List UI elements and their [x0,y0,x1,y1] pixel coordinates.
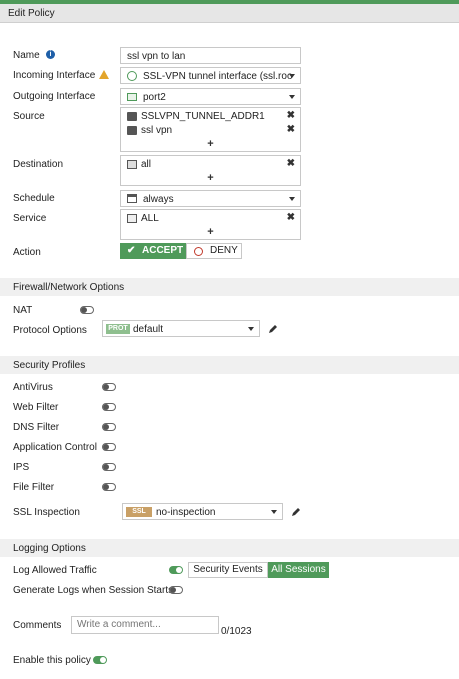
logging-section-title: Logging Options [13,543,86,554]
web-filter-toggle[interactable] [102,403,116,411]
add-destination-button[interactable]: + [121,172,300,184]
source-field[interactable]: SSLVPN_TUNNEL_ADDR1 ✖ ssl vpn ✖ + [120,107,301,152]
address-group-icon [127,112,137,121]
source-label: Source [13,111,45,122]
security-section-header: Security Profiles [0,356,459,374]
generate-logs-label: Generate Logs when Session Starts [13,585,174,596]
nat-toggle[interactable] [80,306,94,314]
enable-policy-toggle[interactable] [93,656,107,664]
edit-pencil-icon[interactable] [290,506,302,518]
comments-label: Comments [13,620,62,631]
antivirus-toggle[interactable] [102,383,116,391]
ips-toggle[interactable] [102,463,116,471]
firewall-section-header: Firewall/Network Options [0,278,459,296]
protocol-options-select[interactable]: PROT default [102,320,260,337]
outgoing-interface-value: port2 [143,92,166,103]
dns-filter-toggle[interactable] [102,423,116,431]
calendar-icon [127,194,137,203]
warning-icon [99,70,109,79]
chevron-down-icon [289,74,295,78]
chevron-down-icon [248,327,254,331]
firewall-section-title: Firewall/Network Options [13,282,125,293]
comments-textarea[interactable] [71,616,219,634]
log-allowed-traffic-toggle[interactable] [169,566,183,574]
prot-badge: PROT [106,324,130,334]
protocol-options-label: Protocol Options [13,325,87,336]
web-filter-label: Web Filter [13,402,59,413]
address-group-icon [127,126,137,135]
outgoing-interface-label: Outgoing Interface [13,91,96,102]
incoming-interface-label: Incoming Interface [13,70,96,81]
deny-icon [194,247,203,256]
ssl-inspection-select[interactable]: SSL no-inspection [122,503,283,520]
chevron-down-icon [271,510,277,514]
antivirus-label: AntiVirus [13,382,53,393]
protocol-options-value: default [133,324,164,335]
service-icon [127,214,137,223]
info-icon[interactable]: i [46,50,55,59]
name-value: ssl vpn to lan [127,51,186,62]
comment-char-count: 0/1023 [221,626,252,637]
port-icon [127,93,137,101]
ssl-inspection-label: SSL Inspection [13,507,80,518]
logging-section-header: Logging Options [0,539,459,557]
incoming-interface-value: SSL-VPN tunnel interface (ssl.roo [143,71,293,82]
remove-source-icon[interactable]: ✖ [287,124,295,135]
dns-filter-label: DNS Filter [13,422,60,433]
action-label: Action [13,247,41,258]
file-filter-toggle[interactable] [102,483,116,491]
edit-pencil-icon[interactable] [267,323,279,335]
generate-logs-toggle[interactable] [169,586,183,594]
destination-label: Destination [13,159,64,170]
name-input[interactable]: ssl vpn to lan [120,47,301,64]
security-section-title: Security Profiles [13,360,86,371]
security-events-option[interactable]: Security Events [188,562,268,578]
chevron-down-icon [289,95,295,99]
log-allowed-traffic-label: Log Allowed Traffic [13,565,97,576]
nat-label: NAT [13,305,33,316]
ssl-vpn-interface-icon [127,71,137,81]
remove-source-icon[interactable]: ✖ [287,110,295,121]
incoming-interface-select[interactable]: SSL-VPN tunnel interface (ssl.roo [120,67,301,84]
remove-service-icon[interactable]: ✖ [287,212,295,223]
deny-button[interactable]: DENY [186,243,242,259]
page-title: Edit Policy [8,8,55,19]
remove-destination-icon[interactable]: ✖ [287,158,295,169]
service-label: Service [13,213,47,224]
service-field[interactable]: ALL ✖ + [120,209,301,240]
application-control-label: Application Control [13,442,97,453]
add-service-button[interactable]: + [121,226,300,238]
schedule-label: Schedule [13,193,55,204]
schedule-value: always [143,194,174,205]
title-bar: Edit Policy [0,4,459,23]
ssl-badge: SSL [126,507,152,517]
outgoing-interface-select[interactable]: port2 [120,88,301,105]
add-source-button[interactable]: + [121,138,300,150]
enable-policy-label: Enable this policy [13,655,91,666]
destination-field[interactable]: all ✖ + [120,155,301,186]
application-control-toggle[interactable] [102,443,116,451]
ssl-inspection-value: no-inspection [156,507,216,518]
ips-label: IPS [13,462,30,473]
name-label: Name [13,50,40,61]
chevron-down-icon [289,197,295,201]
check-icon: ✔ [127,245,136,256]
file-filter-label: File Filter [13,482,55,493]
accept-button[interactable]: ✔ ACCEPT [120,243,186,259]
all-sessions-option[interactable]: All Sessions [268,562,329,578]
address-icon [127,160,137,169]
schedule-select[interactable]: always [120,190,301,207]
